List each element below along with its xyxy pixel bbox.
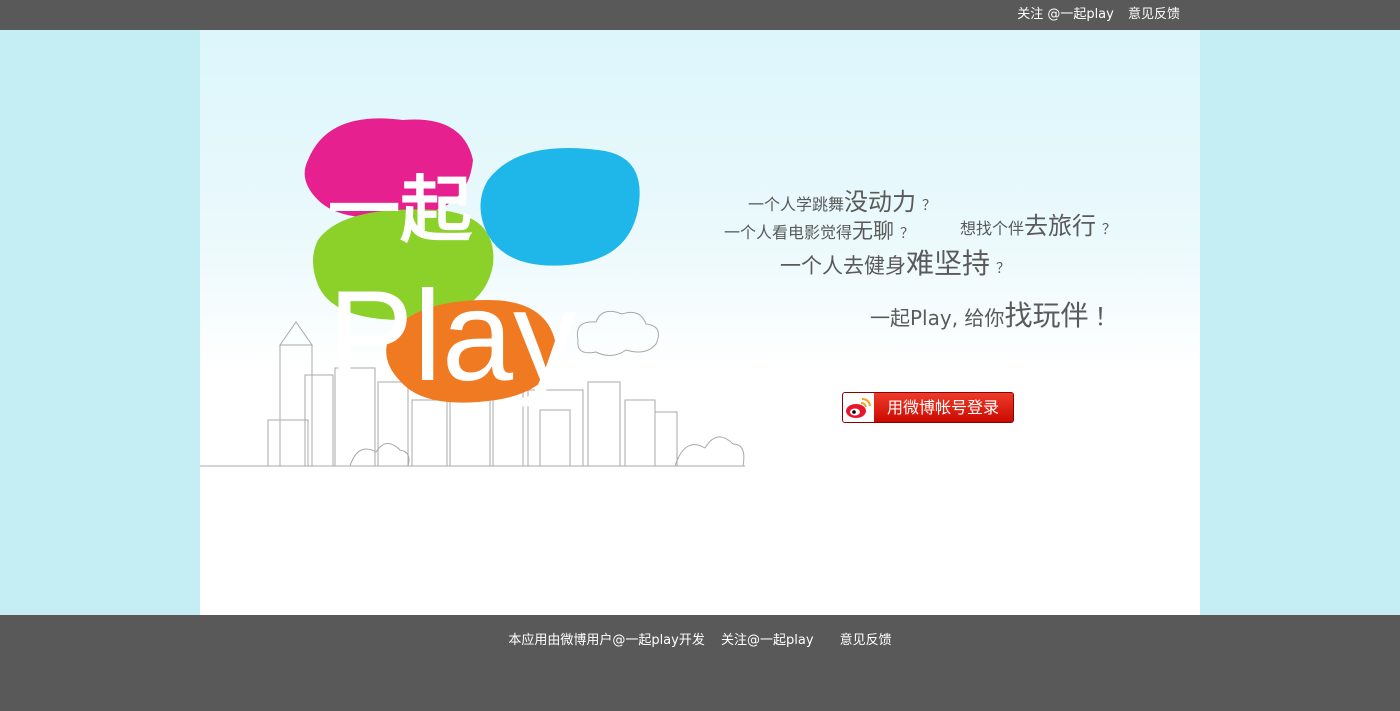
footer-links: 本应用由微博用户@一起play开发 关注@一起play 意见反馈	[0, 629, 1400, 648]
logo-text-top: 一起	[328, 171, 473, 251]
logo-text-bottom: Play	[328, 265, 577, 408]
follow-link[interactable]: 关注 @一起play	[1017, 7, 1114, 22]
footer: 本应用由微博用户@一起play开发 关注@一起play 意见反馈	[0, 615, 1400, 711]
developer-note: 本应用由微博用户@一起play开发	[508, 633, 705, 648]
weibo-login-button[interactable]: 用微博帐号登录	[842, 392, 1014, 423]
tagline-movie: 一个人看电影觉得无聊？	[724, 219, 915, 243]
tagline-slogan: 一起Play, 给你找玩伴！	[870, 299, 1119, 332]
footer-follow-link[interactable]: 关注@一起play	[721, 633, 814, 648]
tagline-travel: 想找个伴去旅行？	[960, 212, 1117, 240]
tagline-dance: 一个人学跳舞没动力？	[748, 188, 937, 216]
blue-blob	[480, 148, 640, 266]
hero-illustration: 一起 Play	[200, 118, 745, 467]
top-bar: 关注 @一起play 意见反馈	[0, 0, 1400, 30]
tagline-fitness: 一个人去健身难坚持？	[780, 247, 1011, 280]
top-links: 关注 @一起play 意见反馈	[1007, 0, 1180, 30]
weibo-icon	[843, 393, 874, 422]
login-button-label: 用微博帐号登录	[887, 398, 1000, 417]
main-panel: 一起 Play 一个人学跳舞没动力？ 一个人看电影觉得无聊？ 想找个伴去旅行？ …	[200, 30, 1200, 615]
footer-feedback-link[interactable]: 意见反馈	[840, 633, 892, 648]
feedback-link[interactable]: 意见反馈	[1128, 7, 1180, 22]
